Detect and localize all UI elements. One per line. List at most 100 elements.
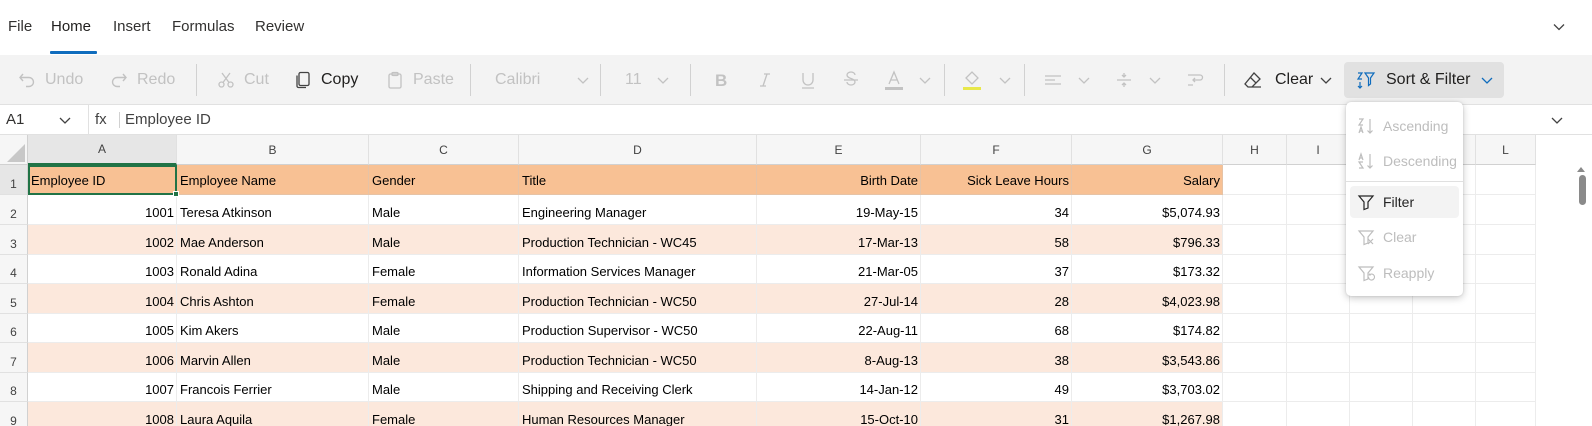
table-cell[interactable]: Production Technician - WC50 bbox=[519, 284, 757, 314]
header-cell[interactable] bbox=[1287, 165, 1350, 195]
row-header[interactable]: 5 bbox=[0, 284, 28, 314]
table-cell[interactable] bbox=[1223, 402, 1287, 426]
table-cell[interactable]: Marvin Allen bbox=[177, 343, 369, 373]
table-cell[interactable] bbox=[1476, 314, 1536, 343]
table-cell[interactable] bbox=[1350, 373, 1413, 402]
collapse-ribbon-icon[interactable] bbox=[1552, 20, 1566, 34]
table-cell[interactable] bbox=[1287, 225, 1350, 255]
table-cell[interactable]: 38 bbox=[921, 343, 1072, 373]
column-header[interactable]: G bbox=[1072, 135, 1223, 165]
header-cell[interactable]: Title bbox=[519, 165, 757, 195]
table-cell[interactable]: 68 bbox=[921, 314, 1072, 343]
strikethrough-button[interactable] bbox=[842, 62, 860, 98]
table-cell[interactable]: 15-Oct-10 bbox=[757, 402, 921, 426]
header-cell[interactable] bbox=[1476, 165, 1536, 195]
table-cell[interactable]: 31 bbox=[921, 402, 1072, 426]
tab-insert[interactable]: Insert bbox=[113, 18, 151, 35]
table-cell[interactable]: 1007 bbox=[28, 373, 177, 402]
table-cell[interactable] bbox=[1223, 284, 1287, 314]
table-cell[interactable] bbox=[1350, 314, 1413, 343]
row-header[interactable]: 4 bbox=[0, 255, 28, 284]
table-cell[interactable] bbox=[1413, 373, 1476, 402]
table-cell[interactable] bbox=[1350, 343, 1413, 373]
header-cell[interactable]: Employee ID bbox=[28, 165, 177, 195]
table-cell[interactable] bbox=[1413, 402, 1476, 426]
table-cell[interactable] bbox=[1287, 284, 1350, 314]
header-cell[interactable]: Sick Leave Hours bbox=[921, 165, 1072, 195]
header-cell[interactable]: Birth Date bbox=[757, 165, 921, 195]
bold-button[interactable]: B bbox=[712, 62, 730, 98]
menu-item-clear[interactable]: Clear bbox=[1350, 221, 1459, 253]
table-cell[interactable]: $3,543.86 bbox=[1072, 343, 1223, 373]
cut-button[interactable]: Cut bbox=[216, 62, 269, 98]
table-cell[interactable] bbox=[1413, 314, 1476, 343]
vertical-align-button[interactable] bbox=[1114, 62, 1162, 98]
table-cell[interactable]: Female bbox=[369, 402, 519, 426]
table-cell[interactable] bbox=[1287, 373, 1350, 402]
table-cell[interactable]: Male bbox=[369, 225, 519, 255]
paste-button[interactable]: Paste bbox=[385, 62, 454, 98]
column-header[interactable]: H bbox=[1223, 135, 1287, 165]
table-cell[interactable]: Production Supervisor - WC50 bbox=[519, 314, 757, 343]
table-cell[interactable]: Male bbox=[369, 195, 519, 225]
column-header[interactable]: F bbox=[921, 135, 1072, 165]
row-header[interactable]: 1 bbox=[0, 165, 28, 195]
table-cell[interactable]: 1008 bbox=[28, 402, 177, 426]
table-cell[interactable]: 27-Jul-14 bbox=[757, 284, 921, 314]
table-cell[interactable]: Engineering Manager bbox=[519, 195, 757, 225]
column-header[interactable]: D bbox=[519, 135, 757, 165]
vertical-scrollbar[interactable] bbox=[1570, 165, 1592, 426]
table-cell[interactable]: 1001 bbox=[28, 195, 177, 225]
fill-color-button[interactable] bbox=[962, 62, 1012, 98]
fill-handle[interactable] bbox=[173, 191, 179, 197]
table-cell[interactable]: 1005 bbox=[28, 314, 177, 343]
table-cell[interactable]: Female bbox=[369, 284, 519, 314]
table-cell[interactable]: Production Technician - WC50 bbox=[519, 343, 757, 373]
clear-button[interactable]: Clear bbox=[1243, 62, 1333, 98]
table-cell[interactable]: 1004 bbox=[28, 284, 177, 314]
undo-button[interactable]: Undo bbox=[17, 62, 83, 98]
chevron-down-icon[interactable] bbox=[58, 115, 72, 127]
menu-item-descending[interactable]: Descending bbox=[1350, 145, 1459, 177]
table-cell[interactable]: $5,074.93 bbox=[1072, 195, 1223, 225]
table-cell[interactable]: 14-Jan-12 bbox=[757, 373, 921, 402]
table-cell[interactable]: Female bbox=[369, 255, 519, 284]
column-header[interactable]: I bbox=[1287, 135, 1350, 165]
font-name-dropdown[interactable]: Calibri bbox=[495, 62, 590, 98]
header-cell[interactable]: Employee Name bbox=[177, 165, 369, 195]
table-cell[interactable] bbox=[1287, 314, 1350, 343]
table-cell[interactable]: Ronald Adina bbox=[177, 255, 369, 284]
horizontal-align-button[interactable] bbox=[1043, 62, 1091, 98]
table-cell[interactable]: 1006 bbox=[28, 343, 177, 373]
row-header[interactable]: 6 bbox=[0, 314, 28, 343]
table-cell[interactable]: 49 bbox=[921, 373, 1072, 402]
table-cell[interactable]: 21-Mar-05 bbox=[757, 255, 921, 284]
table-cell[interactable] bbox=[1476, 402, 1536, 426]
table-cell[interactable]: 8-Aug-13 bbox=[757, 343, 921, 373]
table-cell[interactable]: 34 bbox=[921, 195, 1072, 225]
column-header[interactable]: B bbox=[177, 135, 369, 165]
menu-item-filter[interactable]: Filter bbox=[1350, 186, 1459, 218]
tab-review[interactable]: Review bbox=[255, 18, 304, 35]
table-cell[interactable] bbox=[1476, 284, 1536, 314]
sort-filter-button[interactable]: Sort & Filter bbox=[1344, 62, 1504, 98]
table-cell[interactable] bbox=[1413, 343, 1476, 373]
column-header[interactable]: E bbox=[757, 135, 921, 165]
redo-button[interactable]: Redo bbox=[109, 62, 175, 98]
table-cell[interactable]: $796.33 bbox=[1072, 225, 1223, 255]
copy-button[interactable]: Copy bbox=[293, 62, 358, 98]
table-cell[interactable] bbox=[1223, 373, 1287, 402]
table-cell[interactable]: Male bbox=[369, 314, 519, 343]
table-cell[interactable] bbox=[1476, 225, 1536, 255]
table-cell[interactable]: 58 bbox=[921, 225, 1072, 255]
header-cell[interactable]: Gender bbox=[369, 165, 519, 195]
scroll-up-icon[interactable] bbox=[1576, 165, 1586, 173]
table-cell[interactable]: Shipping and Receiving Clerk bbox=[519, 373, 757, 402]
table-cell[interactable] bbox=[1287, 255, 1350, 284]
table-cell[interactable]: $174.82 bbox=[1072, 314, 1223, 343]
menu-item-ascending[interactable]: Ascending bbox=[1350, 110, 1459, 142]
italic-button[interactable] bbox=[756, 62, 774, 98]
table-cell[interactable] bbox=[1476, 195, 1536, 225]
wrap-text-button[interactable] bbox=[1185, 62, 1205, 98]
underline-button[interactable] bbox=[799, 62, 817, 98]
